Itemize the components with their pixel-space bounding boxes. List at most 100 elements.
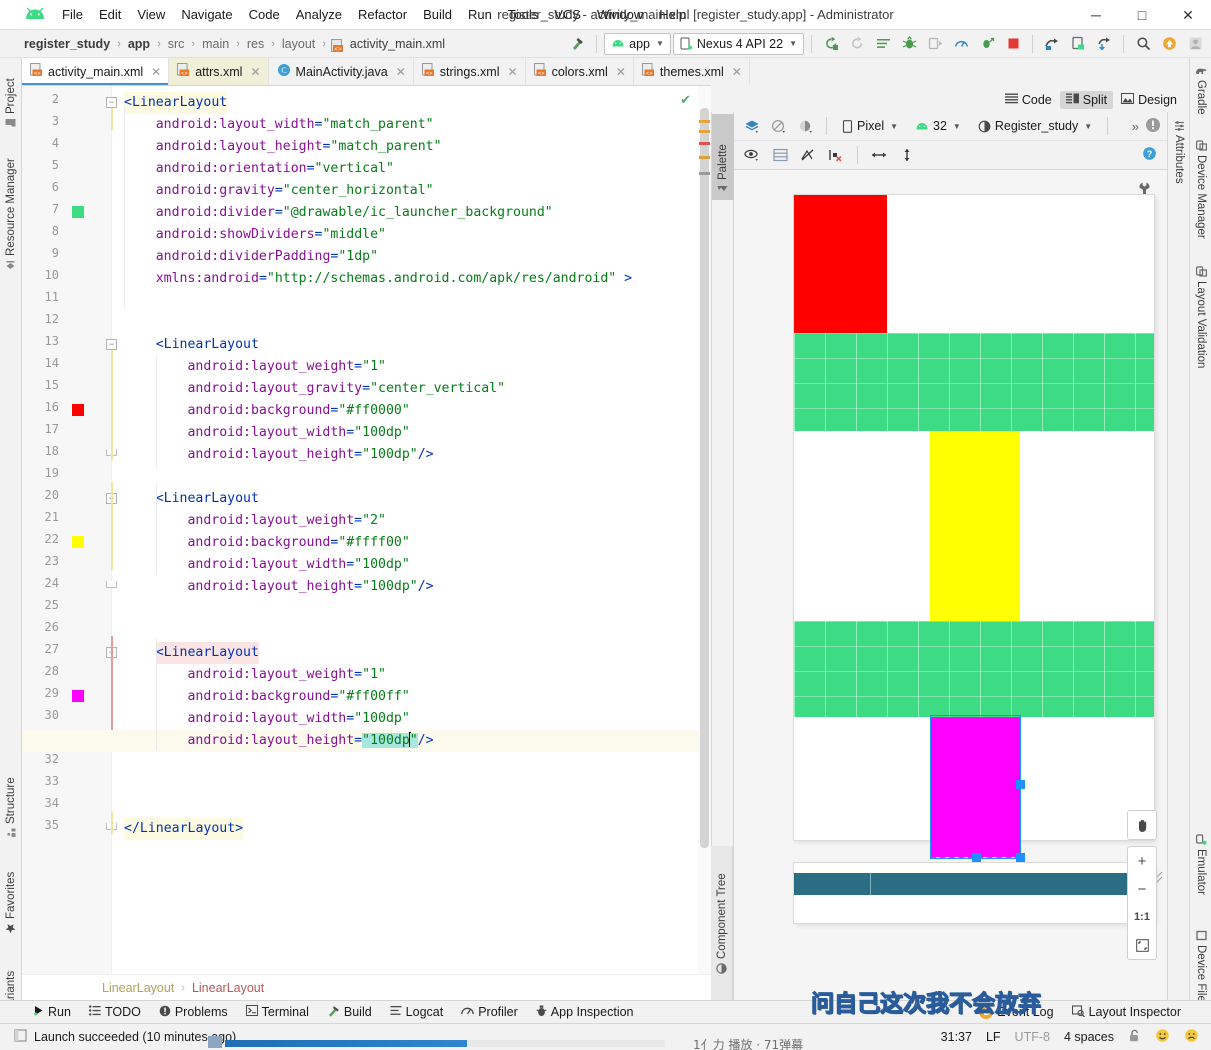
- maximize-button[interactable]: □: [1119, 0, 1165, 30]
- tool-window-app-inspection[interactable]: App Inspection: [527, 1005, 643, 1020]
- color-swatch-gutter-icon[interactable]: [72, 404, 84, 416]
- tool-window-logcat[interactable]: Logcat: [381, 1005, 453, 1019]
- zoom-out-button[interactable]: −: [1128, 875, 1156, 903]
- menu-file[interactable]: File: [54, 4, 91, 25]
- menu-code[interactable]: Code: [241, 4, 288, 25]
- search-icon[interactable]: [1131, 32, 1155, 56]
- attach-debugger-icon[interactable]: [923, 32, 947, 56]
- hide-constraints-icon[interactable]: [796, 143, 820, 167]
- code-line[interactable]: android:layout_width="100dp": [187, 422, 409, 444]
- file-encoding[interactable]: UTF-8: [1015, 1030, 1050, 1044]
- breadcrumb-src[interactable]: src: [166, 37, 187, 51]
- run-configuration-selector[interactable]: app ▼: [604, 32, 671, 55]
- inspection-ok-icon[interactable]: ✔: [680, 92, 691, 108]
- menu-vcs[interactable]: VCS: [546, 4, 589, 25]
- selection-handle-right[interactable]: [1016, 780, 1025, 789]
- menu-navigate[interactable]: Navigate: [173, 4, 240, 25]
- code-line[interactable]: xmlns:android="http://schemas.android.co…: [156, 268, 632, 290]
- device-manager-icon[interactable]: [1066, 32, 1090, 56]
- close-icon[interactable]: ✕: [732, 65, 742, 79]
- blueprint-layers-icon[interactable]: [768, 143, 792, 167]
- code-line[interactable]: <LinearLayout: [124, 92, 228, 114]
- tool-window-run[interactable]: Run: [24, 1005, 80, 1019]
- minimize-button[interactable]: ─: [1073, 0, 1119, 30]
- color-swatch-gutter-icon[interactable]: [72, 206, 84, 218]
- device-preview-frame-secondary[interactable]: [794, 863, 1154, 923]
- code-line[interactable]: android:layout_weight="2": [187, 510, 386, 532]
- close-icon[interactable]: ✕: [616, 65, 626, 79]
- caret-position[interactable]: 31:37: [941, 1030, 972, 1044]
- code-line[interactable]: android:layout_height="100dp"/>: [187, 444, 433, 466]
- device-preview-frame[interactable]: [794, 195, 1154, 862]
- device-selector[interactable]: Nexus 4 API 22 ▼: [672, 32, 804, 55]
- editor-gutter[interactable]: 2−345678910111213−14151617181920−2122232…: [22, 86, 117, 974]
- code-line[interactable]: <LinearLayout: [156, 488, 259, 510]
- breadcrumb-res[interactable]: res: [245, 37, 266, 51]
- code-line[interactable]: android:background="#ffff00": [187, 532, 409, 554]
- clear-constraints-icon[interactable]: [824, 143, 848, 167]
- horizontal-guideline-icon[interactable]: [867, 143, 891, 167]
- sidebar-item-layout-validation[interactable]: Layout Validation: [1190, 260, 1211, 392]
- update-icon[interactable]: [1157, 32, 1181, 56]
- tool-window-layout-inspector[interactable]: Layout Inspector: [1063, 1004, 1211, 1020]
- zoom-in-button[interactable]: +: [1128, 847, 1156, 875]
- breadcrumb-main[interactable]: main: [200, 37, 231, 51]
- code-line[interactable]: <LinearLayout: [155, 642, 259, 664]
- code-line[interactable]: android:showDividers="middle": [156, 224, 386, 246]
- pull-icon[interactable]: [1092, 32, 1116, 56]
- selection-handle-bottom[interactable]: [972, 853, 981, 862]
- theme-selector[interactable]: Register_study ▼: [971, 115, 1099, 137]
- device-mirror-icon[interactable]: [1040, 32, 1064, 56]
- code-line[interactable]: android:orientation="vertical": [156, 158, 394, 180]
- breadcrumb-app[interactable]: app: [126, 37, 152, 51]
- line-separator[interactable]: LF: [986, 1030, 1001, 1044]
- code-editor[interactable]: 2−345678910111213−14151617181920−2122232…: [22, 86, 711, 974]
- breadcrumb-layout[interactable]: layout: [280, 37, 317, 51]
- menu-refactor[interactable]: Refactor: [350, 4, 415, 25]
- tool-window-event-log[interactable]: 2 Event Log: [970, 1005, 1062, 1019]
- attributes-tab[interactable]: Attributes: [1168, 114, 1190, 202]
- sync-gradle-icon[interactable]: [819, 32, 843, 56]
- design-surface-mode-icon[interactable]: [740, 114, 764, 138]
- menu-build[interactable]: Build: [415, 4, 460, 25]
- feedback-sad-icon[interactable]: [1184, 1028, 1199, 1046]
- close-icon[interactable]: ✕: [508, 65, 518, 79]
- scrollbar-marker[interactable]: [699, 142, 710, 145]
- component-tree-tab[interactable]: Component Tree: [711, 852, 733, 980]
- tool-window-build[interactable]: Build: [318, 1005, 381, 1020]
- sidebar-item-resource-manager[interactable]: Resource Manager: [0, 136, 22, 276]
- color-swatch-gutter-icon[interactable]: [72, 690, 84, 702]
- view-mode-code[interactable]: Code: [999, 91, 1058, 109]
- lock-icon[interactable]: [1128, 1029, 1141, 1046]
- code-line[interactable]: android:layout_width="100dp": [187, 708, 409, 730]
- editor-tab-strings-xml[interactable]: <> strings.xml ✕: [414, 58, 526, 85]
- view-mode-split[interactable]: Split: [1059, 91, 1114, 109]
- tool-window-todo[interactable]: TODO: [80, 1005, 150, 1019]
- night-mode-icon[interactable]: [794, 114, 818, 138]
- close-icon[interactable]: ✕: [250, 65, 260, 79]
- editor-tab-activity-main-xml[interactable]: <> activity_main.xml ✕: [22, 58, 170, 85]
- sidebar-item-structure[interactable]: Structure: [0, 748, 22, 844]
- scrollbar-marker[interactable]: [699, 156, 710, 159]
- view-mode-design[interactable]: Design: [1115, 91, 1183, 109]
- zoom-reset-button[interactable]: 1:1: [1128, 903, 1156, 931]
- code-line[interactable]: android:layout_height="100dp"/>: [187, 730, 434, 752]
- tool-window-problems[interactable]: Problems: [150, 1005, 237, 1020]
- selection-handle-corner[interactable]: [1016, 853, 1025, 862]
- tool-window-profiler[interactable]: Profiler: [452, 1005, 527, 1019]
- editor-tab-mainactivity-java[interactable]: C MainActivity.java ✕: [269, 58, 414, 85]
- code-line[interactable]: android:background="#ff0000": [187, 400, 409, 422]
- avd-manager-icon[interactable]: [871, 32, 895, 56]
- run-with-coverage-icon[interactable]: [975, 32, 999, 56]
- close-button[interactable]: ✕: [1165, 0, 1211, 30]
- editor-breadcrumb-parent[interactable]: LinearLayout: [102, 981, 174, 995]
- scrollbar-marker[interactable]: [699, 130, 710, 133]
- orientation-icon[interactable]: [767, 114, 791, 138]
- stop-icon[interactable]: [1001, 32, 1025, 56]
- code-line[interactable]: android:layout_gravity="center_vertical": [187, 378, 505, 400]
- build-hammer-icon[interactable]: [565, 32, 589, 56]
- device-preview-selector[interactable]: Pixel ▼: [835, 115, 905, 137]
- code-line[interactable]: android:layout_height="100dp"/>: [187, 576, 433, 598]
- help-icon[interactable]: ?: [1142, 146, 1161, 164]
- editor-breadcrumb-child[interactable]: LinearLayout: [192, 981, 264, 995]
